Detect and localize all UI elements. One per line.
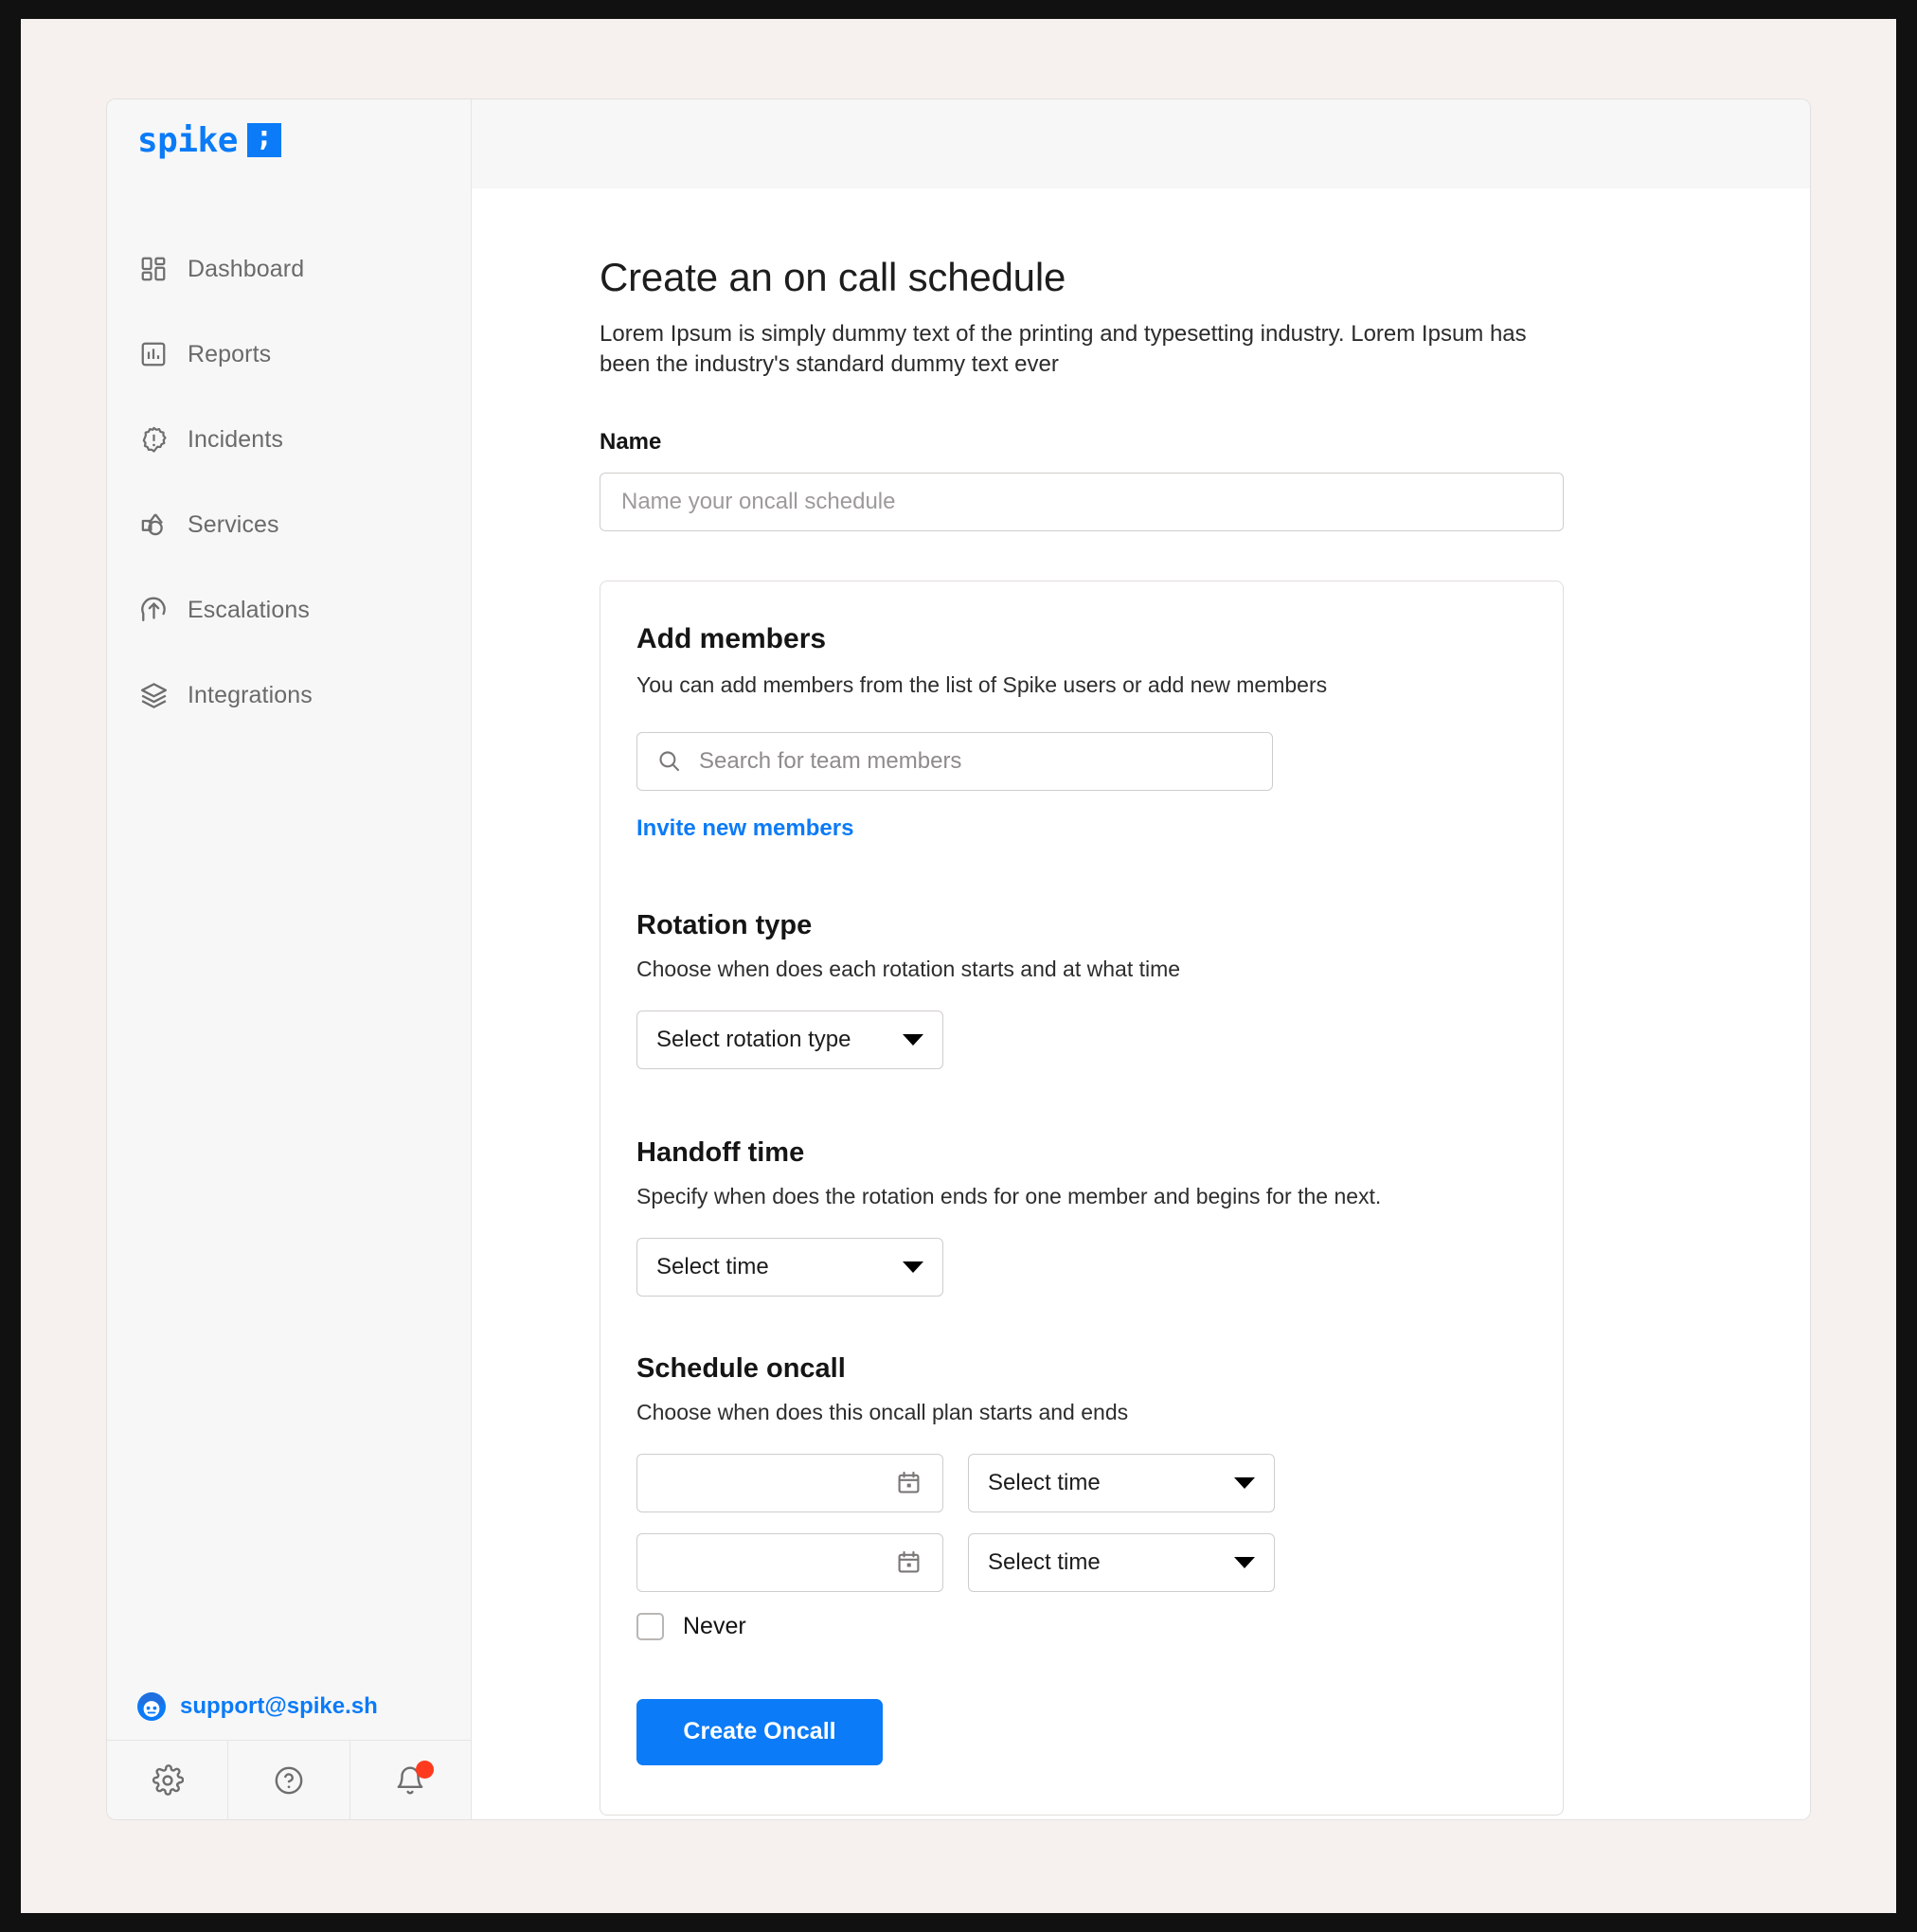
name-field-label: Name xyxy=(600,428,662,455)
never-checkbox-row[interactable]: Never xyxy=(636,1612,1527,1640)
app-window: spike ; Dashboard Reports Incidents Serv… xyxy=(106,98,1811,1820)
handoff-time-title: Handoff time xyxy=(636,1136,805,1168)
start-date-picker[interactable] xyxy=(636,1453,943,1512)
notifications-button[interactable] xyxy=(350,1741,471,1819)
member-search-input[interactable]: Search for team members xyxy=(636,731,1273,791)
add-members-subtitle: You can add members from the list of Spi… xyxy=(636,671,1328,697)
rotation-type-value: Select rotation type xyxy=(656,1026,851,1052)
rotation-type-title: Rotation type xyxy=(636,909,813,940)
chevron-down-icon xyxy=(1234,1556,1255,1568)
invite-new-members-link[interactable]: Invite new members xyxy=(636,815,853,842)
schedule-row-start: Select time xyxy=(636,1453,1527,1512)
sidebar: spike ; Dashboard Reports Incidents Serv… xyxy=(107,99,472,1819)
calendar-icon xyxy=(896,1470,922,1495)
gear-icon xyxy=(152,1763,184,1797)
brand-mark-icon: ; xyxy=(246,123,281,157)
sidebar-nav: Dashboard Reports Incidents Services Esc… xyxy=(107,245,471,757)
schedule-oncall-title: Schedule oncall xyxy=(636,1352,846,1384)
window-frame-top xyxy=(0,0,1917,19)
end-date-picker[interactable] xyxy=(636,1532,943,1592)
sidebar-item-label: Incidents xyxy=(188,425,283,453)
reports-icon xyxy=(138,339,169,369)
support-email-label: support@spike.sh xyxy=(180,1693,378,1719)
sidebar-item-incidents[interactable]: Incidents xyxy=(107,416,471,463)
never-checkbox[interactable] xyxy=(636,1612,664,1640)
handoff-time-section: Handoff time Specify when does the rotat… xyxy=(636,1137,1527,1297)
escalations-icon xyxy=(138,595,169,625)
sidebar-item-label: Escalations xyxy=(188,596,310,623)
search-icon xyxy=(656,748,699,774)
end-time-value: Select time xyxy=(988,1548,1101,1575)
support-avatar-icon xyxy=(135,1690,168,1723)
rotation-type-select[interactable]: Select rotation type xyxy=(636,1010,943,1069)
calendar-icon xyxy=(896,1549,922,1575)
rotation-type-section: Rotation type Choose when does each rota… xyxy=(636,910,1527,1069)
window-frame-left xyxy=(0,0,21,1932)
sidebar-footer xyxy=(107,1740,471,1819)
window-frame-bottom xyxy=(0,1913,1917,1932)
help-button[interactable] xyxy=(228,1741,350,1819)
schedule-rows: Select time Select time xyxy=(636,1453,1527,1592)
add-members-title: Add members xyxy=(636,622,827,654)
handoff-time-select[interactable]: Select time xyxy=(636,1237,943,1297)
sidebar-item-label: Services xyxy=(188,510,279,538)
brand-wordmark: spike xyxy=(137,120,238,160)
sidebar-item-label: Dashboard xyxy=(188,255,305,282)
dashboard-icon xyxy=(138,254,169,284)
sidebar-item-services[interactable]: Services xyxy=(107,501,471,548)
sidebar-item-escalations[interactable]: Escalations xyxy=(107,586,471,634)
brand-logo[interactable]: spike ; xyxy=(107,99,471,181)
create-oncall-button[interactable]: Create Oncall xyxy=(636,1698,883,1765)
schedule-name-placeholder: Name your oncall schedule xyxy=(621,488,896,514)
integrations-icon xyxy=(138,680,169,710)
start-time-select[interactable]: Select time xyxy=(968,1453,1275,1512)
start-time-value: Select time xyxy=(988,1469,1101,1495)
schedule-oncall-subtitle: Choose when does this oncall plan starts… xyxy=(636,1399,1129,1424)
member-search-placeholder: Search for team members xyxy=(699,747,962,774)
schedule-oncall-section: Schedule oncall Choose when does this on… xyxy=(636,1353,1527,1640)
settings-button[interactable] xyxy=(107,1741,229,1819)
chevron-down-icon xyxy=(903,1033,923,1046)
schedule-row-end: Select time xyxy=(636,1532,1527,1592)
end-time-select[interactable]: Select time xyxy=(968,1532,1275,1592)
handoff-time-value: Select time xyxy=(656,1253,769,1279)
schedule-name-input[interactable]: Name your oncall schedule xyxy=(600,472,1564,531)
add-members-card: Add members You can add members from the… xyxy=(600,580,1564,1816)
services-icon xyxy=(138,510,169,540)
never-checkbox-label: Never xyxy=(683,1612,746,1639)
sidebar-item-reports[interactable]: Reports xyxy=(107,331,471,378)
support-contact[interactable]: support@spike.sh xyxy=(107,1673,471,1740)
rotation-type-subtitle: Choose when does each rotation starts an… xyxy=(636,956,1181,981)
page-title: Create an on call schedule xyxy=(600,255,1066,299)
main-content: Create an on call schedule Lorem Ipsum i… xyxy=(472,99,1810,1819)
handoff-time-subtitle: Specify when does the rotation ends for … xyxy=(636,1183,1382,1208)
sidebar-item-integrations[interactable]: Integrations xyxy=(107,671,471,719)
incidents-icon xyxy=(138,424,169,455)
sidebar-item-dashboard[interactable]: Dashboard xyxy=(107,245,471,293)
notification-badge-dot xyxy=(416,1761,435,1779)
sidebar-item-label: Integrations xyxy=(188,681,313,708)
content-sheet: Create an on call schedule Lorem Ipsum i… xyxy=(472,188,1810,1819)
sidebar-item-label: Reports xyxy=(188,340,272,367)
chevron-down-icon xyxy=(1234,1476,1255,1489)
page-subtitle: Lorem Ipsum is simply dummy text of the … xyxy=(600,321,1527,377)
chevron-down-icon xyxy=(903,1261,923,1273)
window-frame-right xyxy=(1896,0,1917,1932)
question-circle-icon xyxy=(273,1764,305,1797)
